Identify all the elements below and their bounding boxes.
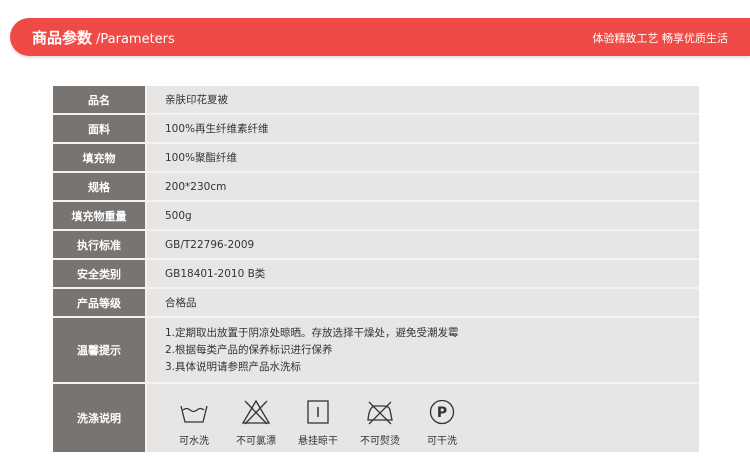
wash-caption: 可干洗 bbox=[427, 436, 457, 447]
param-row-washing: 洗涤说明 可水洗 不可氯漂 悬挂晾干 不可熨烫 P 可干洗 bbox=[53, 384, 699, 452]
title-cn: 商品参数 bbox=[32, 29, 93, 47]
tip-line: 1.定期取出放置于阴凉处晾晒。存放选择干燥处，避免受潮发霉 bbox=[165, 326, 459, 339]
tips-text: 1.定期取出放置于阴凉处晾晒。存放选择干燥处，避免受潮发霉 2.根据每类产品的保… bbox=[147, 318, 699, 382]
dry-clean-p-icon: P bbox=[429, 399, 455, 425]
section-title: 商品参数/Parameters bbox=[32, 27, 175, 48]
param-row-fabric: 面料 100%再生纤维素纤维 bbox=[53, 115, 699, 144]
param-value: 200*230cm bbox=[147, 173, 699, 200]
param-row-safety: 安全类别 GB18401-2010 B类 bbox=[53, 260, 699, 289]
svg-text:P: P bbox=[437, 405, 447, 421]
hang-dry-icon bbox=[307, 400, 329, 424]
wash-item: 悬挂晾干 bbox=[287, 398, 349, 447]
param-label: 填充物 bbox=[53, 144, 147, 171]
param-label: 填充物重量 bbox=[53, 202, 147, 229]
param-value: 亲肤印花夏被 bbox=[147, 86, 699, 113]
param-value: GB/T22796-2009 bbox=[147, 231, 699, 258]
param-label: 温馨提示 bbox=[53, 318, 147, 382]
no-bleach-icon bbox=[241, 399, 271, 425]
washing-icons: 可水洗 不可氯漂 悬挂晾干 不可熨烫 P 可干洗 bbox=[147, 384, 699, 452]
param-row-tips: 温馨提示 1.定期取出放置于阴凉处晾晒。存放选择干燥处，避免受潮发霉 2.根据每… bbox=[53, 318, 699, 384]
param-label: 规格 bbox=[53, 173, 147, 200]
title-en: /Parameters bbox=[96, 32, 175, 47]
param-label: 面料 bbox=[53, 115, 147, 142]
washtub-icon bbox=[180, 405, 208, 423]
wash-caption: 不可熨烫 bbox=[360, 436, 400, 447]
wash-caption: 悬挂晾干 bbox=[298, 436, 338, 447]
wash-caption: 不可氯漂 bbox=[236, 436, 276, 447]
parameters-table: 品名 亲肤印花夏被 面料 100%再生纤维素纤维 填充物 100%聚酯纤维 规格… bbox=[53, 86, 699, 452]
wash-item: 不可熨烫 bbox=[349, 398, 411, 447]
param-row-filling-weight: 填充物重量 500g bbox=[53, 202, 699, 231]
param-label: 安全类别 bbox=[53, 260, 147, 287]
param-row-size: 规格 200*230cm bbox=[53, 173, 699, 202]
tip-line: 3.具体说明请参照产品水洗标 bbox=[165, 360, 302, 373]
param-value: 100%再生纤维素纤维 bbox=[147, 115, 699, 142]
param-value: GB18401-2010 B类 bbox=[147, 260, 699, 287]
tip-line: 2.根据每类产品的保养标识进行保养 bbox=[165, 343, 333, 356]
wash-caption: 可水洗 bbox=[179, 436, 209, 447]
slogan: 体验精致工艺 畅享优质生活 bbox=[592, 32, 729, 45]
no-iron-icon bbox=[367, 401, 393, 425]
param-label: 洗涤说明 bbox=[53, 384, 147, 452]
param-value: 100%聚酯纤维 bbox=[147, 144, 699, 171]
wash-item: 不可氯漂 bbox=[225, 398, 287, 447]
param-row-standard: 执行标准 GB/T22796-2009 bbox=[53, 231, 699, 260]
param-row-name: 品名 亲肤印花夏被 bbox=[53, 86, 699, 115]
param-value: 500g bbox=[147, 202, 699, 229]
param-row-grade: 产品等级 合格品 bbox=[53, 289, 699, 318]
param-row-filling: 填充物 100%聚酯纤维 bbox=[53, 144, 699, 173]
param-value: 合格品 bbox=[147, 289, 699, 316]
param-label: 品名 bbox=[53, 86, 147, 113]
wash-item: P 可干洗 bbox=[411, 398, 473, 447]
header-banner: 商品参数/Parameters 体验精致工艺 畅享优质生活 bbox=[10, 18, 750, 56]
wash-item: 可水洗 bbox=[163, 398, 225, 447]
param-label: 产品等级 bbox=[53, 289, 147, 316]
param-label: 执行标准 bbox=[53, 231, 147, 258]
